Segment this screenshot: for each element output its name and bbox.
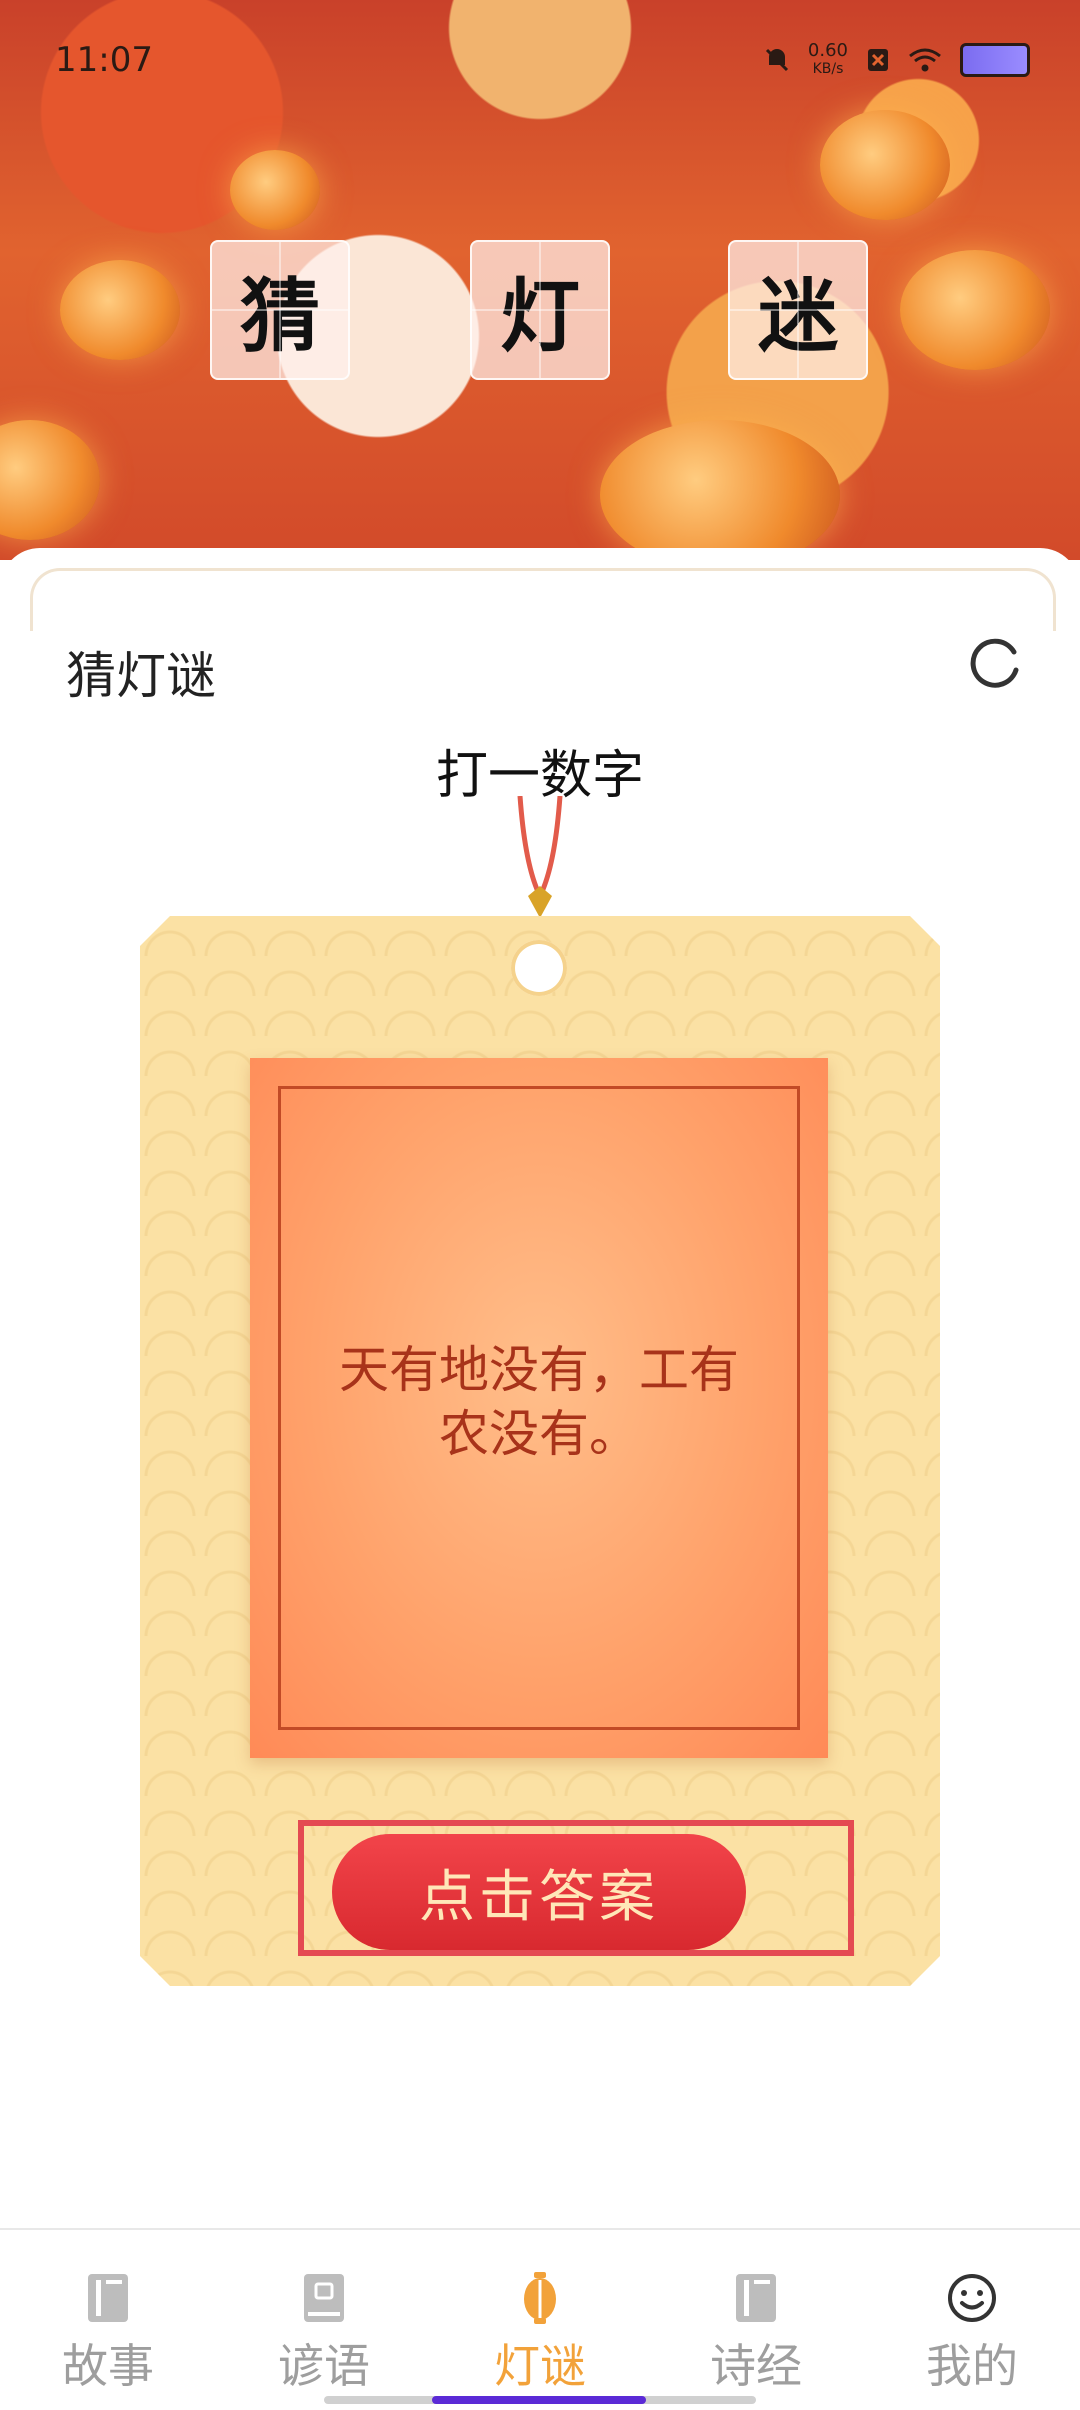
lantern-decoration — [820, 110, 950, 220]
lantern-decoration — [60, 260, 180, 360]
nav-label: 谚语 — [278, 2339, 370, 2393]
nav-item-proverbs[interactable]: 谚语 — [216, 2230, 432, 2410]
status-bar: 11:07 0.60 KB/s — [0, 0, 1080, 120]
hero-title-tile: 灯 — [470, 240, 610, 380]
tag-hole — [511, 940, 567, 996]
lantern-decoration — [900, 250, 1050, 370]
nav-label: 我的 — [926, 2339, 1018, 2393]
smiley-icon — [948, 2274, 996, 2322]
hero-banner: 猜 灯 迷 11:07 0.60 KB/s — [0, 0, 1080, 560]
refresh-icon[interactable] — [968, 634, 1024, 690]
status-time: 11:07 — [55, 40, 153, 80]
network-speed-unit: KB/s — [812, 61, 844, 77]
status-icons: 0.60 KB/s — [764, 42, 1030, 78]
tag-string — [517, 796, 563, 918]
lantern-decoration — [600, 420, 840, 560]
card-frame — [30, 568, 1056, 631]
book-icon — [88, 2274, 128, 2322]
home-indicator-active — [432, 2396, 646, 2404]
lantern-decoration — [0, 420, 100, 540]
hero-title-tile: 迷 — [728, 240, 868, 380]
hero-title-tile: 猜 — [210, 240, 350, 380]
riddle-paper: 天有地没有，工有农没有。 — [250, 1058, 828, 1758]
page-title: 猜灯谜 — [66, 647, 216, 705]
show-answer-button[interactable]: 点击答案 — [332, 1834, 746, 1950]
riddle-card: 猜灯谜 打一数字 天有地没有，工有农没有。 点击答案 — [0, 548, 1080, 2228]
sim-off-icon — [868, 49, 888, 71]
wifi-icon — [909, 48, 941, 72]
riddle-text: 天有地没有，工有农没有。 — [339, 1341, 739, 1463]
nav-label: 灯谜 — [494, 2339, 586, 2393]
nav-label: 诗经 — [710, 2339, 802, 2393]
nav-item-riddles[interactable]: 灯谜 — [432, 2230, 648, 2410]
battery-icon — [960, 43, 1030, 77]
proverb-book-icon — [304, 2274, 344, 2322]
lantern-icon — [524, 2272, 556, 2324]
nav-item-stories[interactable]: 故事 — [0, 2230, 216, 2410]
nav-item-me[interactable]: 我的 — [864, 2230, 1080, 2410]
nav-item-poetry[interactable]: 诗经 — [648, 2230, 864, 2410]
book-icon — [736, 2274, 776, 2322]
mute-icon — [765, 48, 788, 72]
network-speed: 0.60 KB/s — [808, 42, 848, 78]
bottom-nav: 故事 谚语 灯谜 诗经 我的 — [0, 2228, 1080, 2410]
lantern-decoration — [230, 150, 320, 230]
network-speed-value: 0.60 — [807, 40, 848, 61]
nav-label: 故事 — [62, 2339, 154, 2393]
